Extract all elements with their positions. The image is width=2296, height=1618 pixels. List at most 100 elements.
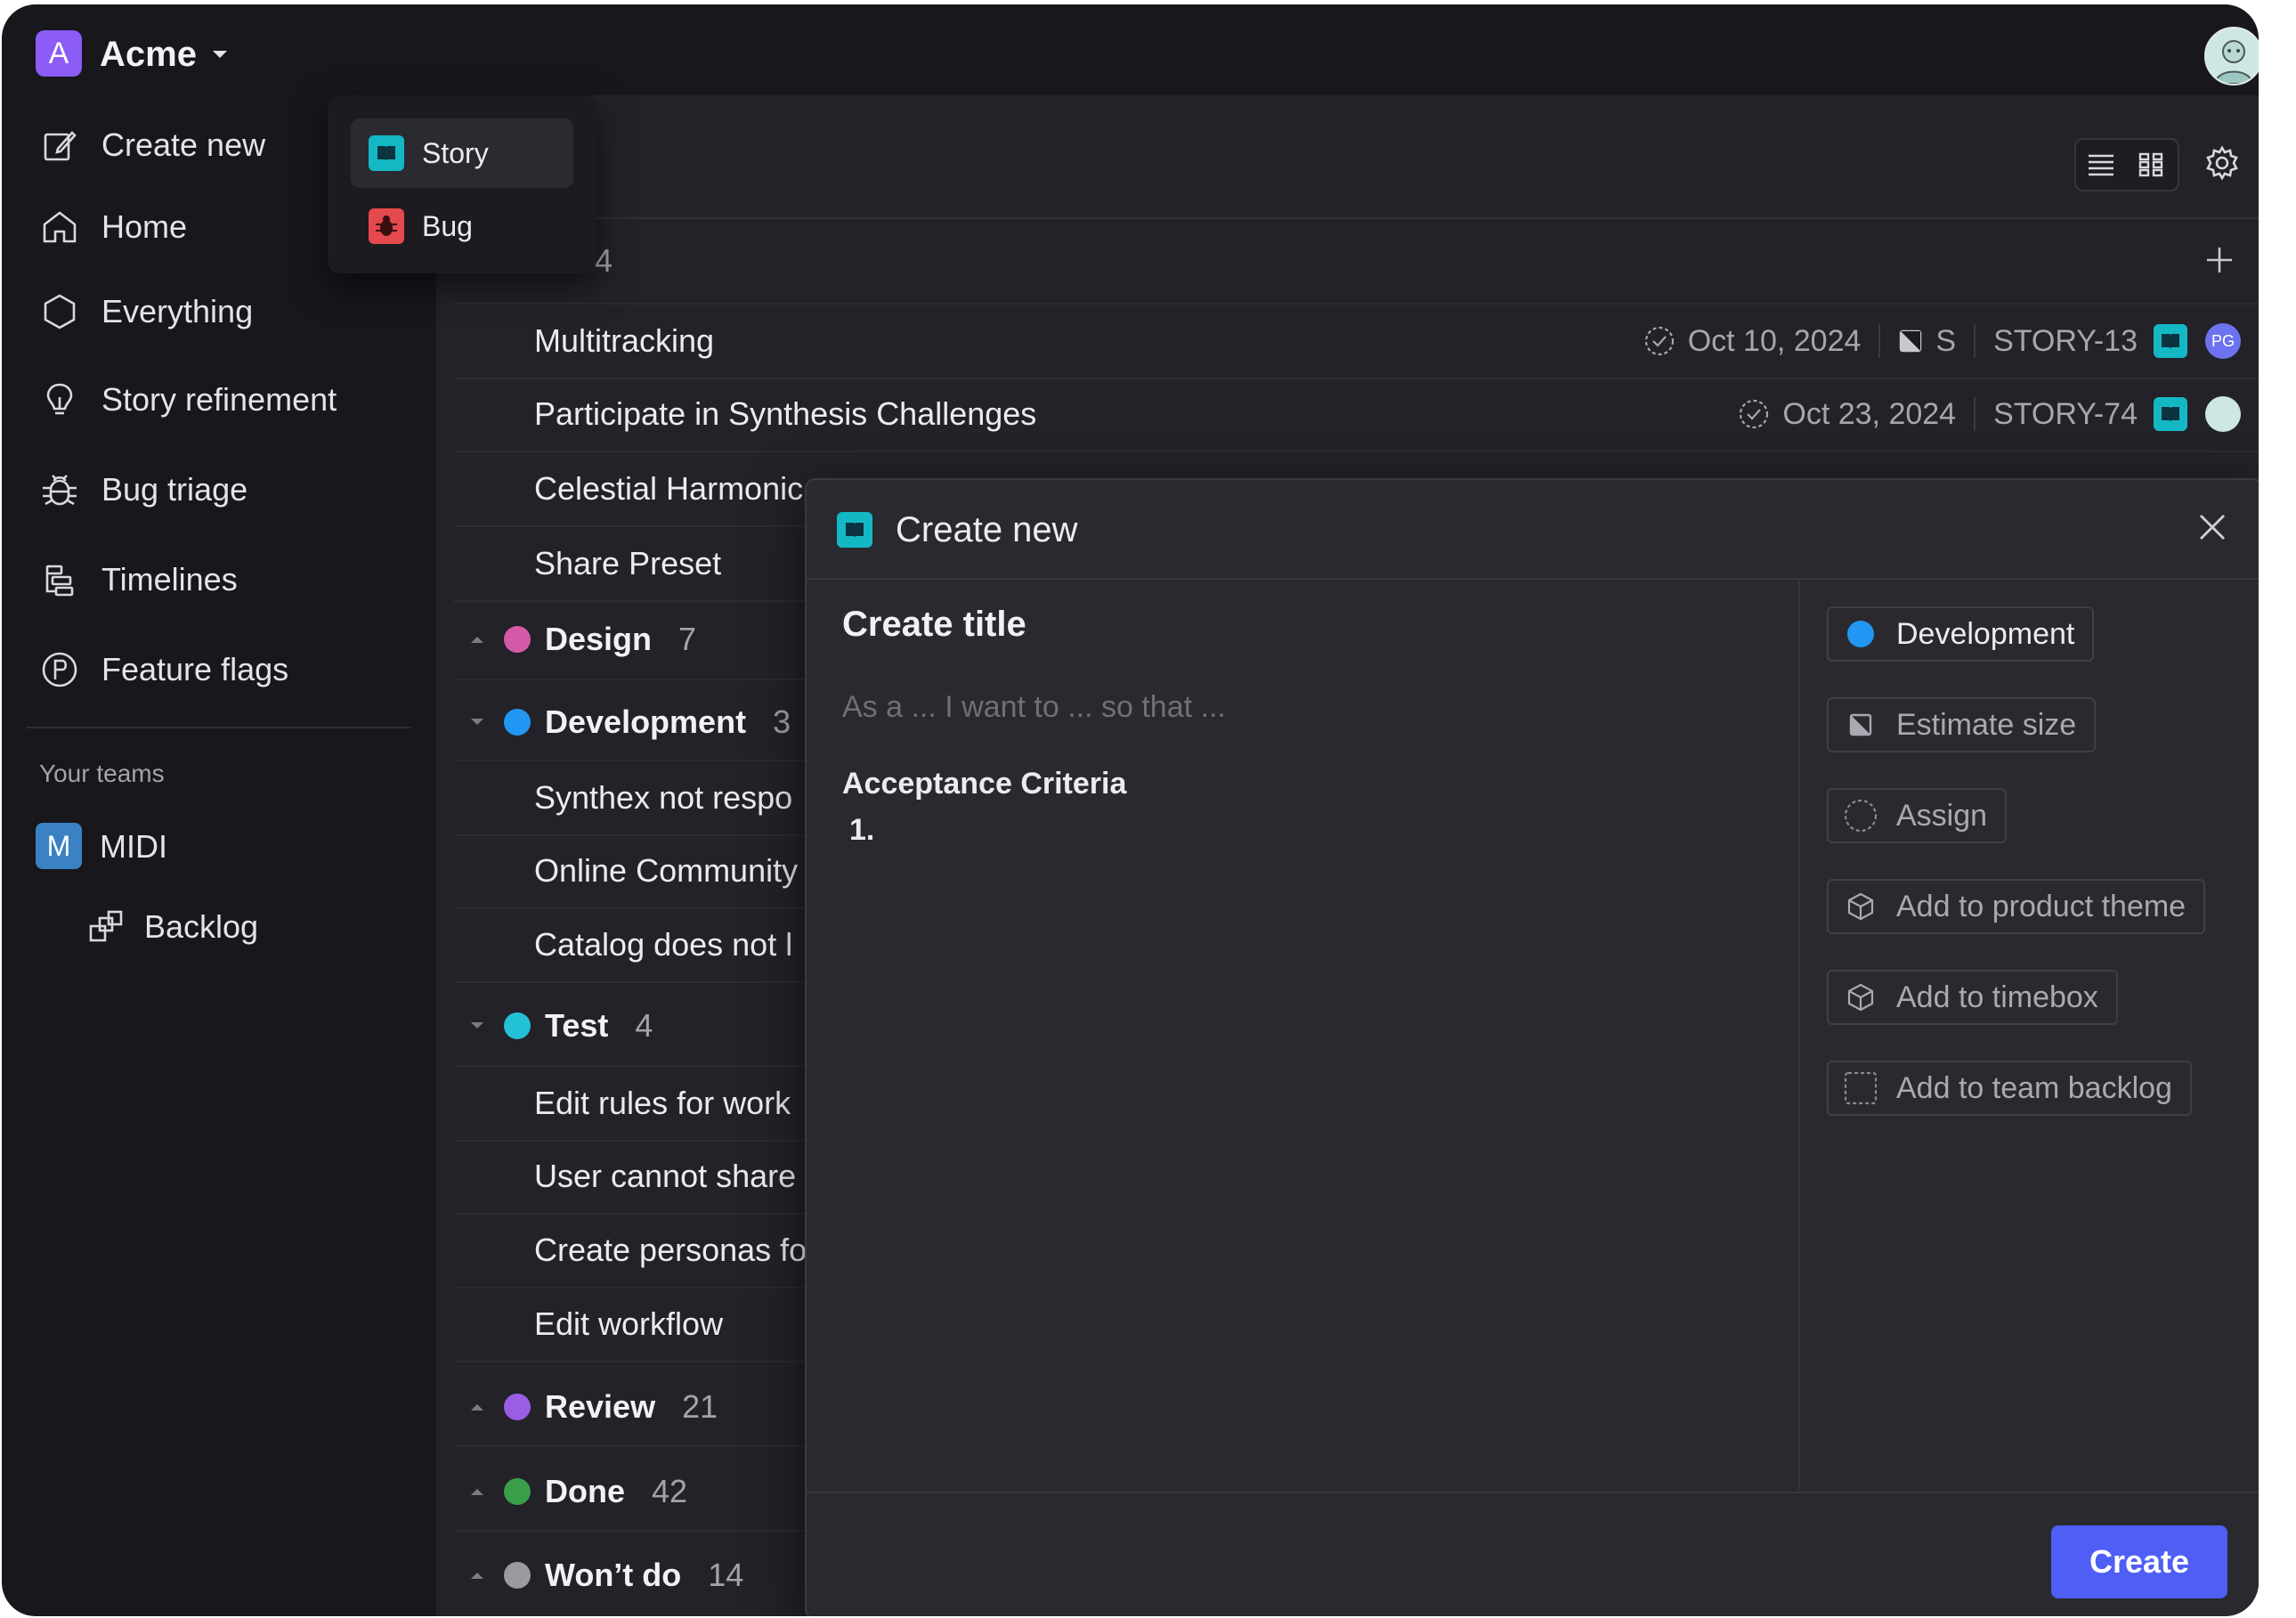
group-header-development[interactable]: Development 3 [463,695,791,749]
add-item-icon[interactable] [2204,245,2235,275]
add-to-product-theme-button[interactable]: Add to product theme [1827,879,2206,934]
workspace-name[interactable]: Acme [100,29,197,79]
group-name: Review [545,1388,656,1425]
user-avatar[interactable] [2204,27,2259,85]
group-count: 4 [635,1007,653,1044]
sidebar-item-bug-triage[interactable]: Bug triage [36,461,247,518]
collapse-caret-icon[interactable] [463,1403,491,1411]
group-name: Done [545,1473,625,1509]
sidebar-item-backlog[interactable]: Backlog [84,898,258,955]
group-header-design[interactable]: Design 7 [463,613,696,666]
sidebar-item-story-refinement[interactable]: Story refinement [36,371,337,428]
prop-label: Assign [1896,798,1988,833]
row-date: Oct 10, 2024 [1687,323,1862,358]
row-title: Create personas fo [534,1232,807,1268]
team-name[interactable]: MIDI [100,824,167,870]
assignee-icon [1843,798,1878,833]
row-meta: Oct 23, 2024 STORY-74 [1738,378,2241,451]
dialog-title: Create new [896,510,1078,549]
backlog-icon [84,905,128,949]
status-dot [504,1562,531,1589]
story-icon [837,512,872,548]
sidebar-item-timelines[interactable]: Timelines [36,551,238,608]
group-name: Won’t do [545,1557,682,1593]
due-date-icon [1740,399,1769,429]
prop-label: Add to product theme [1896,889,2186,923]
add-to-team-backlog-button[interactable]: Add to team backlog [1827,1061,2192,1116]
sidebar-item-create-new[interactable]: Create new [36,117,265,174]
create-button[interactable]: Create [2051,1525,2227,1598]
status-select[interactable]: Development [1827,606,2095,662]
collapse-caret-icon[interactable] [463,1487,491,1496]
sidebar-item-home[interactable]: Home [36,199,187,256]
story-icon [2154,397,2187,431]
row-title: Celestial Harmonic [534,470,804,507]
workspace-badge[interactable]: A [36,30,82,77]
timeline-icon [36,556,84,604]
status-dot [504,1012,531,1039]
prop-label: Estimate size [1896,707,2077,742]
menu-item-story[interactable]: Story [351,118,573,188]
assign-button[interactable]: Assign [1827,788,2008,843]
group-name: Development [545,703,747,740]
collapse-caret-icon[interactable] [463,718,491,727]
collapse-caret-icon[interactable] [463,635,491,644]
description-input[interactable]: As a ... I want to ... so that ... [842,690,1226,725]
acceptance-criteria-label: Acceptance Criteria [842,767,1127,801]
row-title: Edit rules for work [534,1085,791,1121]
group-count: 21 [682,1388,718,1425]
close-icon[interactable] [2197,512,2227,542]
gear-icon[interactable] [2204,145,2240,181]
row-meta: Oct 10, 2024 S STORY-13 PG [1643,305,2241,378]
sidebar-item-feature-flags[interactable]: Feature flags [36,641,288,698]
table-row[interactable]: Participate in Synthesis Challenges Oct … [454,378,2259,452]
sidebar-item-label: Bug triage [101,471,248,508]
sidebar-item-label: Feature flags [101,651,289,687]
chevron-down-icon[interactable] [211,49,229,60]
prop-label: Add to team backlog [1896,1070,2172,1105]
team-badge[interactable]: M [36,823,82,869]
add-to-timebox-button[interactable]: Add to timebox [1827,970,2118,1025]
teams-section-label: Your teams [39,760,165,787]
menu-item-bug[interactable]: Bug [351,191,573,261]
backlog-label: Backlog [144,908,259,945]
title-input[interactable]: Create title [842,605,1026,645]
group-header-done[interactable]: Done 42 [463,1465,687,1518]
flag-circle-icon [36,646,84,694]
home-icon [36,203,84,251]
sidebar-item-label: Create new [101,126,266,163]
dashed-square-icon [1843,1070,1878,1106]
avatar[interactable] [2205,396,2241,432]
create-menu: Story Bug [328,95,596,273]
row-title: Edit workflow [534,1305,724,1342]
estimate-size-button[interactable]: Estimate size [1827,697,2097,752]
grid-view-icon[interactable] [2126,140,2176,190]
lightbulb-icon [36,376,84,424]
list-view-icon[interactable] [2076,140,2126,190]
bug-icon [36,466,84,514]
dialog-footer-divider [807,1492,2259,1493]
estimate-icon [1900,329,1922,353]
group-header-review[interactable]: Review 21 [463,1380,718,1434]
avatar[interactable]: PG [2205,323,2241,359]
acceptance-criteria-item[interactable]: 1. [849,813,874,848]
dialog-header: Create new [807,480,2259,580]
prop-label: Add to timebox [1896,980,2098,1014]
table-row[interactable]: Multitracking Oct 10, 2024 S STORY-13 PG [454,303,2259,379]
group-header-test[interactable]: Test 4 [463,999,653,1053]
group-count: 42 [652,1473,688,1509]
row-title: Share Preset [534,545,722,581]
sidebar-divider [27,727,411,728]
due-date-icon [1644,326,1674,356]
status-dot [504,626,531,653]
row-id: STORY-74 [1993,396,2138,431]
group-header-wont-do[interactable]: Won’t do 14 [463,1549,743,1602]
view-toggle [2074,138,2179,191]
collapse-caret-icon[interactable] [463,1571,491,1580]
bug-icon [369,208,404,244]
estimate-icon [1843,707,1878,743]
create-new-dialog: Create new Create title As a ... I want … [805,478,2259,1616]
collapse-caret-icon[interactable] [463,1021,491,1030]
cube-icon [1843,889,1878,924]
sidebar-item-everything[interactable]: Everything [36,283,253,340]
